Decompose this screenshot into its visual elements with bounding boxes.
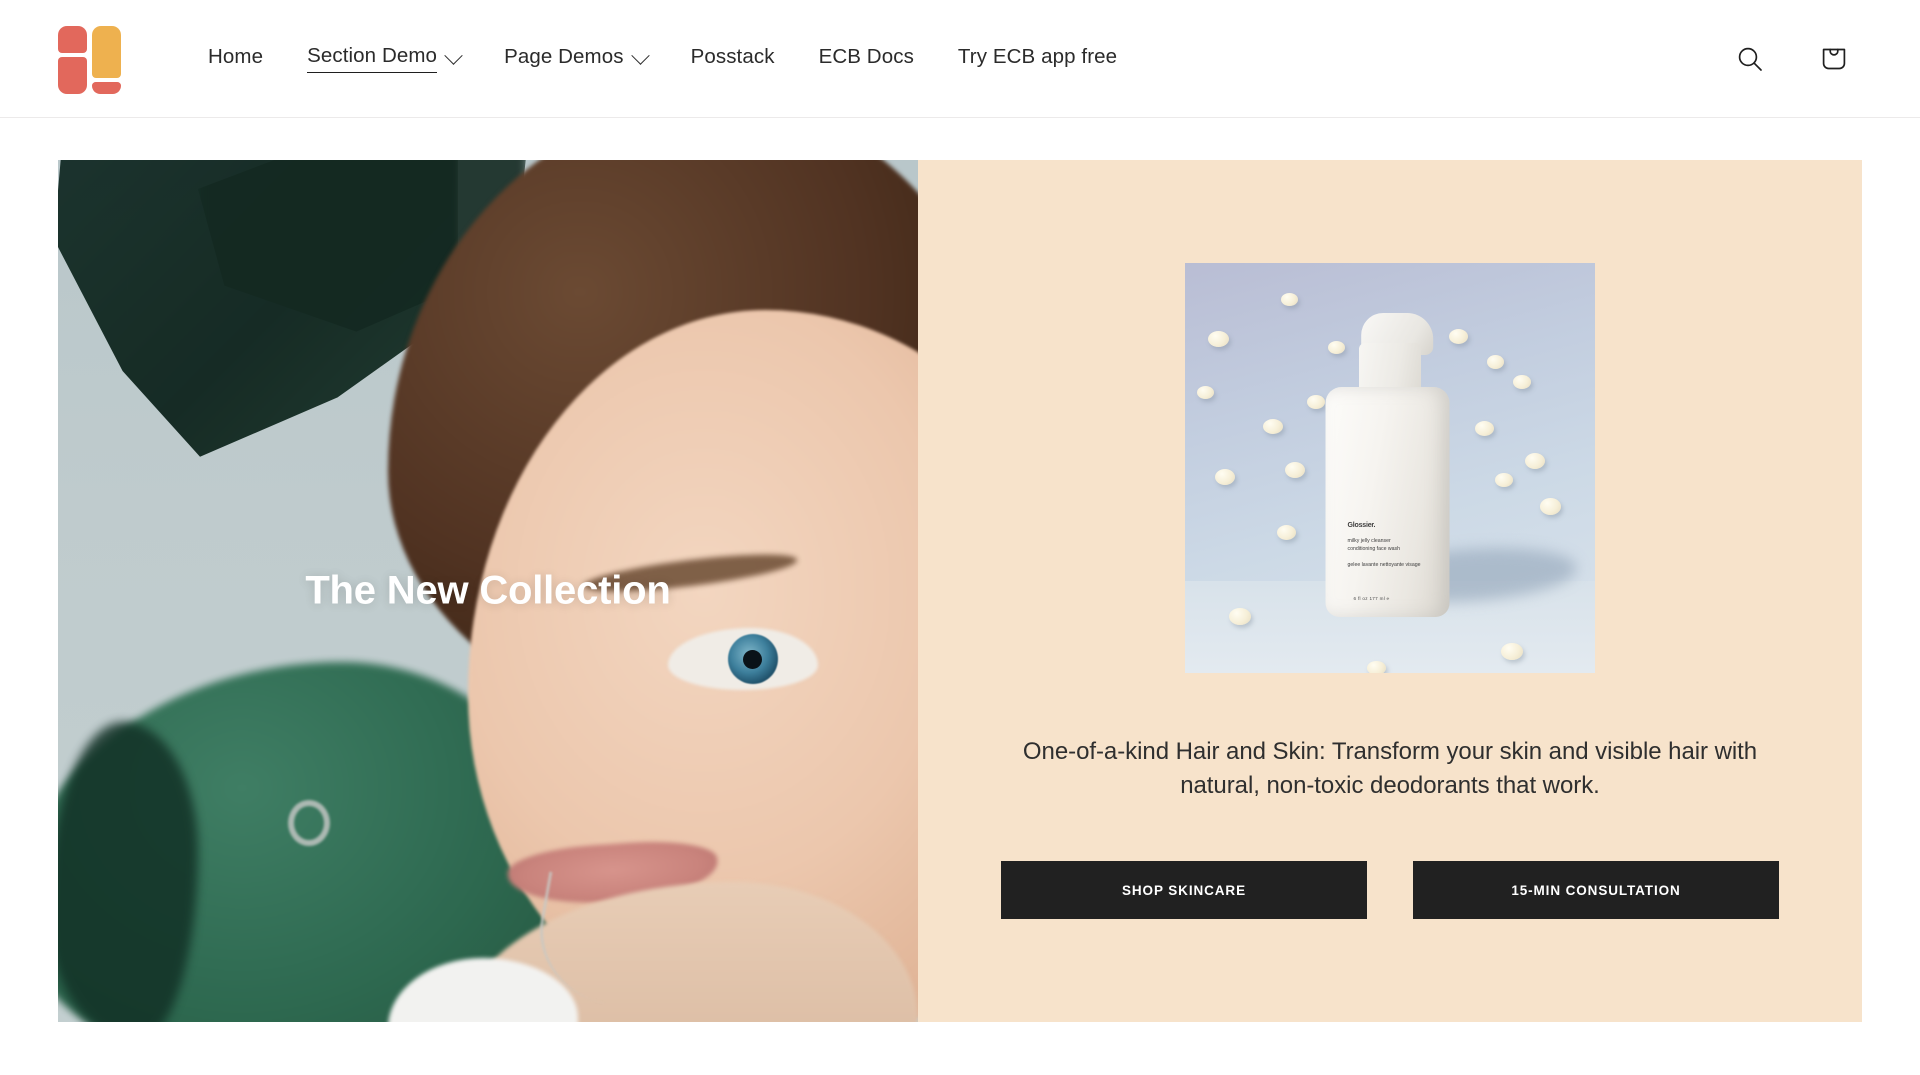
product-brand: Glossier. xyxy=(1347,521,1376,529)
monstera-leaf-stem-icon xyxy=(58,722,198,1022)
hero-split: The New Collection Glossier. milky jelly… xyxy=(58,160,1862,1022)
cream-blob xyxy=(1525,453,1545,469)
nav-item-page-demos[interactable]: Page Demos xyxy=(482,45,669,73)
site-logo[interactable] xyxy=(58,25,124,94)
nav-item-label: ECB Docs xyxy=(818,44,914,68)
nav-item-label: Page Demos xyxy=(504,44,624,68)
nav-item-label: Try ECB app free xyxy=(957,44,1118,68)
cream-blob xyxy=(1540,498,1561,515)
cream-blob xyxy=(1449,329,1468,344)
nav-item-ecb-docs[interactable]: ECB Docs xyxy=(797,45,936,73)
nav-item-label: Section Demo xyxy=(307,44,438,73)
hero-image: The New Collection xyxy=(58,160,918,1022)
nav-item-section-demo[interactable]: Section Demo xyxy=(285,44,482,73)
bottle-body: Glossier. milky jelly cleanser condition… xyxy=(1325,387,1450,617)
chevron-down-icon xyxy=(630,46,650,65)
hero-description: One-of-a-kind Hair and Skin: Transform y… xyxy=(1022,738,1758,800)
search-button[interactable] xyxy=(1722,31,1778,87)
logo-tile-top-right xyxy=(92,25,121,78)
logo-tile-bottom-right xyxy=(92,81,121,94)
nav-item-label: Home xyxy=(208,44,264,68)
product-name: milky jelly cleanser xyxy=(1347,537,1391,544)
cream-blob xyxy=(1487,355,1504,369)
chevron-down-icon xyxy=(444,46,463,65)
cream-blob xyxy=(1328,341,1345,354)
cream-blob xyxy=(1367,661,1386,673)
shop-skincare-button[interactable]: SHOP SKINCARE xyxy=(1001,861,1367,920)
cream-blob xyxy=(1197,386,1214,399)
main-navigation: Home Section Demo Page Demos Posstack EC… xyxy=(186,44,1139,73)
cream-blob xyxy=(1501,643,1523,660)
search-icon xyxy=(1738,47,1762,71)
nav-item-posstack[interactable]: Posstack xyxy=(669,45,797,73)
header-actions xyxy=(1722,31,1862,87)
cream-blob xyxy=(1277,525,1296,540)
cream-blob xyxy=(1215,469,1235,485)
site-header: Home Section Demo Page Demos Posstack EC… xyxy=(0,0,1920,118)
model-earring xyxy=(288,800,330,846)
cart-icon xyxy=(1822,48,1846,69)
nav-item-try-ecb-app-free[interactable]: Try ECB app free xyxy=(936,45,1139,73)
cream-blob xyxy=(1229,608,1251,625)
logo-tile-bottom-left xyxy=(58,56,87,94)
product-image: Glossier. milky jelly cleanser condition… xyxy=(1185,263,1595,673)
bottle-label: Glossier. milky jelly cleanser condition… xyxy=(1348,521,1426,569)
product-subtitle: conditioning face wash xyxy=(1347,545,1401,552)
cream-blob xyxy=(1285,462,1305,478)
cart-button[interactable] xyxy=(1806,31,1862,87)
hero-section: The New Collection Glossier. milky jelly… xyxy=(0,118,1920,1022)
cream-blob xyxy=(1263,419,1283,434)
cream-blob xyxy=(1475,421,1494,436)
nav-item-home[interactable]: Home xyxy=(186,45,285,73)
cream-blob xyxy=(1513,375,1531,389)
logo-tile-top-left xyxy=(58,25,87,53)
product-secondary-text: gelee lavante nettoyante visage xyxy=(1347,561,1421,568)
cream-blob xyxy=(1495,473,1513,487)
cream-blob xyxy=(1208,331,1229,347)
consultation-button[interactable]: 15-MIN CONSULTATION xyxy=(1413,861,1779,920)
hero-buttons: SHOP SKINCARE 15-MIN CONSULTATION xyxy=(1001,861,1779,920)
model-pupil xyxy=(743,650,762,669)
hero-content-panel: Glossier. milky jelly cleanser condition… xyxy=(918,160,1862,1022)
hero-caption: The New Collection xyxy=(305,568,671,613)
product-volume: 6 fl oz 177 ml ℮ xyxy=(1353,596,1390,601)
cream-blob xyxy=(1281,293,1298,306)
nav-item-label: Posstack xyxy=(690,44,775,68)
cream-blob xyxy=(1307,395,1325,409)
